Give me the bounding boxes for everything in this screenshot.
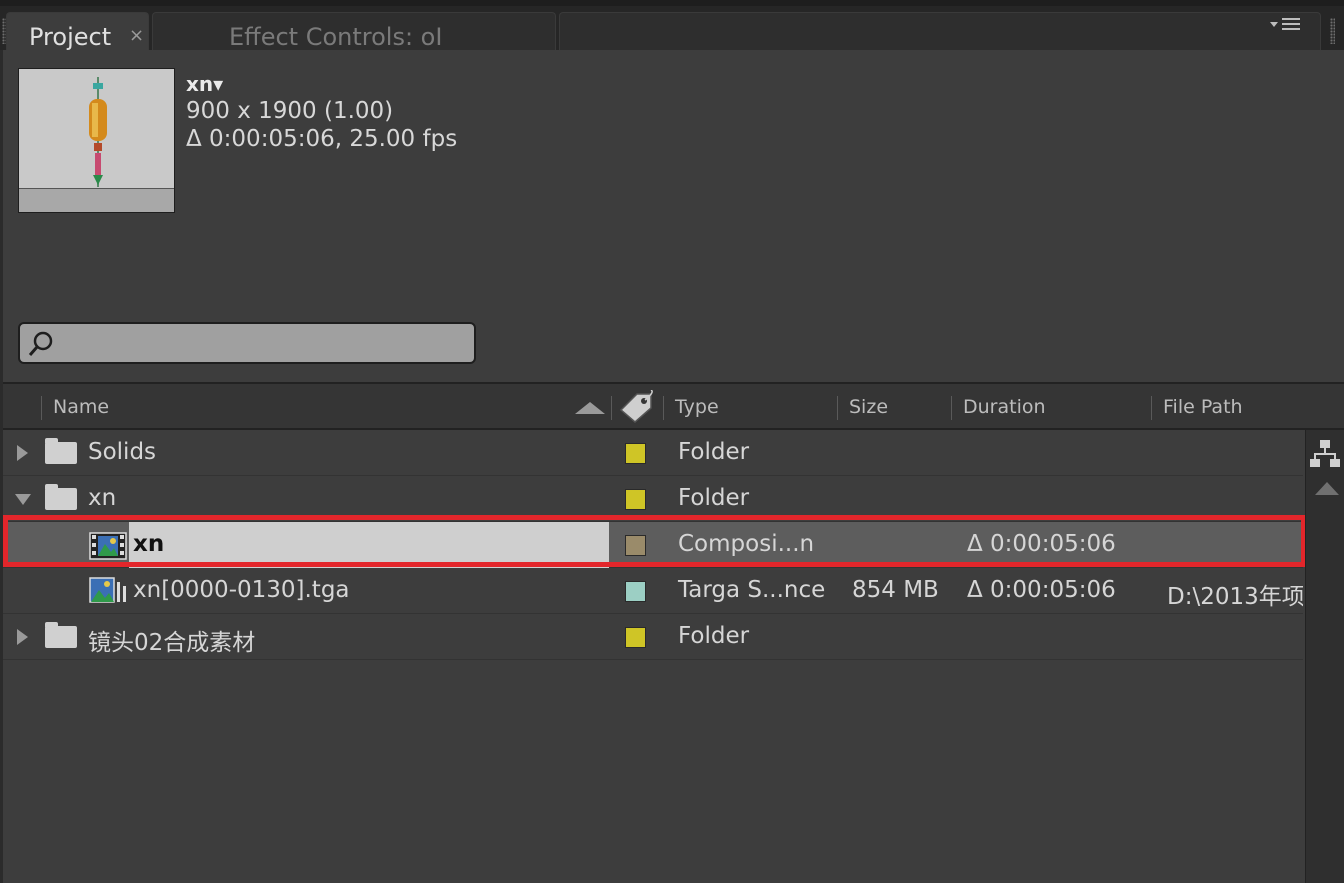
item-type: Folder [678, 439, 750, 465]
expand-arrow-icon[interactable] [17, 445, 28, 461]
composition-icon [89, 532, 127, 560]
folder-icon [45, 622, 77, 648]
preview-thumbnail [18, 68, 175, 213]
item-name: Solids [88, 439, 157, 465]
search-input[interactable] [18, 322, 476, 364]
list-item[interactable]: xn Folder [3, 476, 1303, 522]
label-color-swatch[interactable] [625, 489, 646, 510]
column-separator [611, 396, 612, 420]
tab-project-label: Project [29, 23, 112, 51]
column-separator [663, 396, 664, 420]
column-size[interactable]: Size [849, 396, 888, 418]
item-type: Targa S...nce [678, 577, 826, 603]
column-separator [41, 396, 42, 420]
list-item-selected[interactable]: xn Composi...n Δ 0:00:05:06 [3, 522, 1303, 568]
column-type[interactable]: Type [675, 396, 719, 418]
item-name: 镜头02合成素材 [88, 630, 256, 656]
item-type: Composi...n [678, 531, 815, 557]
lantern-thumbnail-image [89, 77, 107, 187]
label-color-swatch[interactable] [625, 581, 646, 602]
item-duration: Δ 0:00:05:06 [967, 531, 1116, 557]
column-separator [837, 396, 838, 420]
column-separator [1151, 396, 1152, 420]
preview-info: xn▾ 900 x 1900 (1.00) Δ 0:00:05:06, 25.0… [186, 72, 457, 152]
list-item[interactable]: Solids Folder [3, 430, 1303, 476]
item-type: Folder [678, 485, 750, 511]
item-name: xn[0000-0130].tga [133, 577, 350, 603]
item-size: 854 MB [852, 577, 939, 603]
close-icon[interactable]: × [129, 25, 144, 46]
thumbnail-footer [19, 188, 174, 212]
column-duration[interactable]: Duration [963, 396, 1046, 418]
panel-menu-icon[interactable] [1268, 14, 1304, 41]
item-duration: Δ 0:00:05:06 [967, 577, 1116, 603]
item-file-path: D:\2013年项 [1167, 584, 1303, 610]
list-item[interactable]: xn[0000-0130].tga Targa S...nce 854 MB Δ… [3, 568, 1303, 614]
folder-icon [45, 484, 77, 510]
grip-icon[interactable] [1330, 18, 1335, 44]
name-edit-field[interactable] [129, 522, 609, 568]
tab-effect-controls-label: Effect Controls: oI [229, 23, 443, 51]
column-name[interactable]: Name [53, 396, 109, 418]
scroll-up-arrow-icon[interactable] [1315, 482, 1339, 495]
flowchart-icon[interactable] [1310, 438, 1340, 470]
item-name[interactable]: xn [133, 531, 164, 557]
footage-sequence-icon [89, 577, 126, 603]
label-tag-icon[interactable] [617, 390, 657, 424]
label-color-swatch[interactable] [625, 443, 646, 464]
column-file-path[interactable]: File Path [1163, 396, 1243, 418]
vertical-scrollbar[interactable] [1305, 430, 1344, 883]
column-separator [951, 396, 952, 420]
item-name: xn [88, 485, 117, 511]
sort-ascending-icon[interactable] [573, 398, 607, 418]
item-type: Folder [678, 623, 750, 649]
preview-dimensions: 900 x 1900 (1.00) [186, 98, 394, 124]
project-items-list: Solids Folder xn Folder xn Composi...n Δ… [3, 430, 1303, 883]
label-color-swatch[interactable] [625, 627, 646, 648]
preview-duration-fps: Δ 0:00:05:06, 25.00 fps [186, 126, 458, 152]
label-color-swatch[interactable] [625, 535, 646, 556]
list-item[interactable]: 镜头02合成素材 Folder [3, 614, 1303, 660]
preview-name[interactable]: xn▾ [186, 72, 457, 96]
collapse-arrow-icon[interactable] [15, 494, 31, 505]
search-icon [28, 331, 53, 356]
panel-tab-bar: Project × Effect Controls: oI [0, 0, 1344, 56]
folder-icon [45, 438, 77, 464]
expand-arrow-icon[interactable] [17, 629, 28, 645]
column-header: Name Type Size Duration File Path [3, 382, 1344, 430]
